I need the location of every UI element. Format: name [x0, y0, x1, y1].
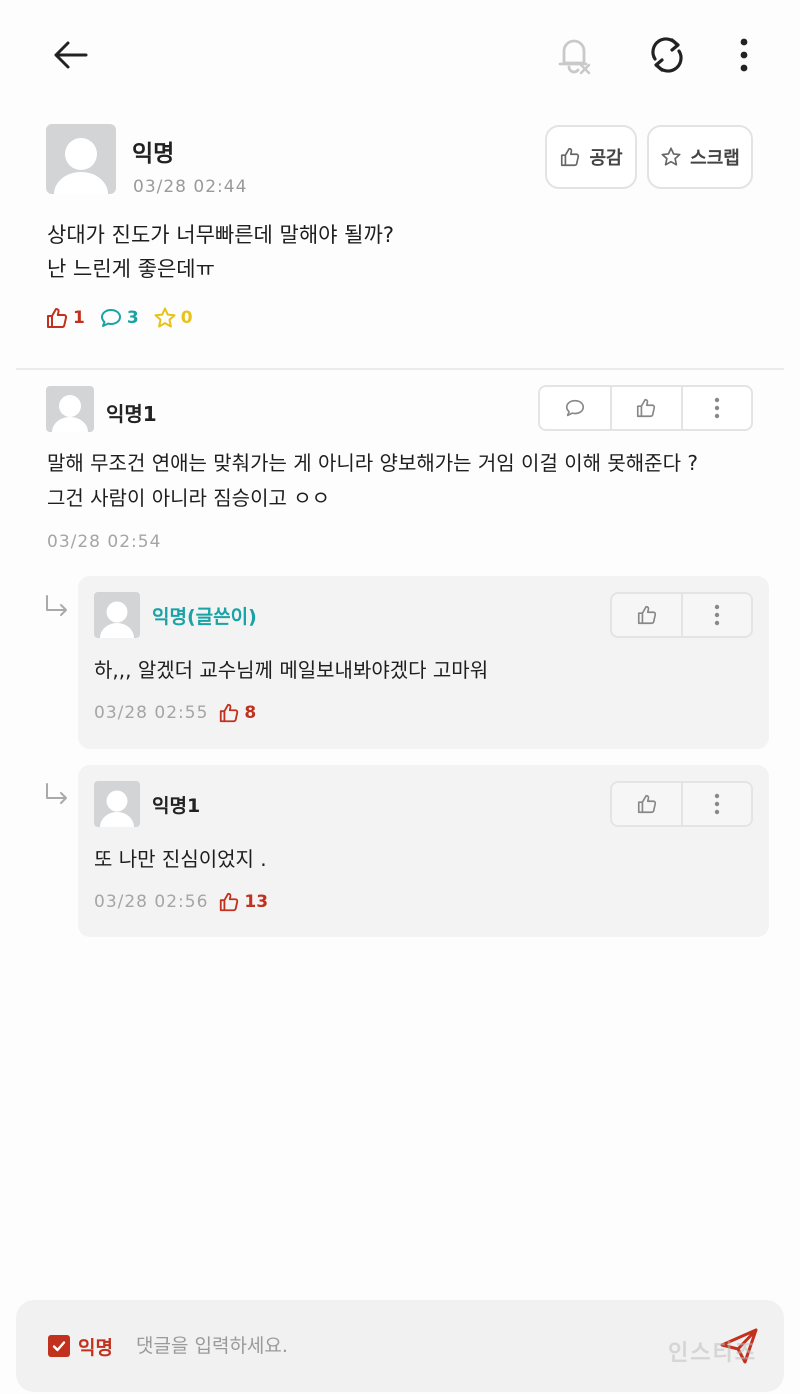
comment-author-avatar	[46, 386, 94, 432]
comment-action-group	[538, 385, 753, 431]
comment-timestamp: 03/28 02:54	[47, 532, 162, 552]
thumbs-up-icon	[637, 398, 656, 418]
post-like-label: 공감	[589, 148, 623, 169]
post-body-text: 상대가 진도가 너무빠른데 말해야 될까? 난 느린게 좋은데ㅠ	[47, 223, 394, 281]
reply-action-group	[610, 592, 753, 638]
reply-more-button[interactable]	[681, 594, 751, 636]
post-timestamp: 03/28 02:44	[133, 177, 248, 197]
comment-more-button[interactable]	[680, 387, 751, 429]
anonymous-label[interactable]: 익명	[78, 1333, 113, 1360]
checkmark-icon	[52, 1341, 66, 1352]
reply-card: 익명1 또 나만 진심이었지 . 03/28 02:56 13	[78, 765, 769, 937]
bell-off-icon	[558, 39, 591, 75]
reply-more-button[interactable]	[681, 783, 751, 825]
star-outline-icon	[154, 307, 176, 328]
refresh-icon	[651, 37, 683, 73]
watermark: 인스티즈	[668, 1341, 757, 1366]
more-vertical-icon	[740, 38, 748, 72]
speech-bubble-icon	[100, 309, 121, 327]
reply-body-text: 하,,, 알겠더 교수님께 메일보내봐야겠다 고마워	[94, 658, 489, 682]
reply-meta: 03/28 02:55 8	[94, 702, 256, 724]
reply-meta: 03/28 02:56 13	[94, 891, 268, 913]
more-menu-button[interactable]	[722, 30, 766, 80]
section-divider	[16, 368, 784, 370]
more-vertical-icon	[715, 604, 720, 626]
thumbs-up-icon	[561, 147, 580, 167]
thumbs-up-icon	[47, 308, 68, 328]
reply-author-avatar	[94, 592, 140, 638]
reply-timestamp: 03/28 02:55	[94, 703, 209, 723]
reply-like-count-value: 13	[244, 892, 269, 912]
comment-like-button[interactable]	[610, 387, 680, 429]
post-comment-count-value: 3	[126, 308, 139, 328]
thumbs-up-icon	[637, 605, 656, 625]
anonymous-checkbox[interactable]	[48, 1335, 70, 1357]
post-scrap-button[interactable]: 스크랩	[647, 125, 753, 189]
reply-like-count-value: 8	[244, 703, 257, 723]
reply-author-name: 익명1	[152, 795, 201, 817]
refresh-button[interactable]	[640, 28, 694, 82]
back-button[interactable]	[40, 30, 100, 80]
comment-body-text: 말해 무조건 연애는 맞춰가는 게 아니라 양보해가는 거임 이걸 이해 못해준…	[47, 451, 698, 510]
reply-action-group	[610, 781, 753, 827]
reply-like-button[interactable]	[612, 594, 681, 636]
post-author-name: 익명	[132, 141, 175, 167]
reply-timestamp: 03/28 02:56	[94, 892, 209, 912]
thumbs-up-icon	[220, 703, 239, 723]
post-scrap-count-value: 0	[180, 308, 193, 328]
reply-like-count: 8	[218, 702, 256, 724]
reply-like-count: 13	[218, 891, 268, 913]
reply-button[interactable]	[540, 387, 610, 429]
post-stats: 1 3 0	[45, 306, 207, 330]
post-comment-count: 3	[99, 306, 139, 330]
thumbs-up-icon	[637, 794, 656, 814]
more-vertical-icon	[714, 397, 720, 419]
star-outline-icon	[661, 147, 681, 166]
reply-arrow-icon	[46, 595, 67, 616]
notification-off-button[interactable]	[548, 28, 600, 80]
comment-input[interactable]	[136, 1326, 696, 1366]
comment-author-name: 익명1	[106, 402, 157, 426]
post-like-count: 1	[45, 306, 85, 330]
more-vertical-icon	[715, 793, 720, 815]
post-like-count-value: 1	[73, 308, 85, 328]
reply-author-avatar	[94, 781, 140, 827]
reply-like-button[interactable]	[612, 783, 681, 825]
post-scrap-label: 스크랩	[690, 148, 740, 169]
thumbs-up-icon	[220, 892, 239, 912]
reply-body-text: 또 나만 진심이었지 .	[94, 847, 267, 871]
post-author-avatar	[46, 124, 116, 194]
reply-card: 익명(글쓴이) 하,,, 알겠더 교수님께 메일보내봐야겠다 고마워 03/28…	[78, 576, 769, 749]
post-scrap-count: 0	[153, 306, 193, 330]
post-like-button[interactable]: 공감	[545, 125, 637, 189]
back-arrow-icon	[54, 41, 88, 69]
reply-arrow-icon	[46, 783, 67, 804]
speech-bubble-icon	[566, 399, 585, 417]
reply-author-name: 익명(글쓴이)	[152, 606, 257, 628]
